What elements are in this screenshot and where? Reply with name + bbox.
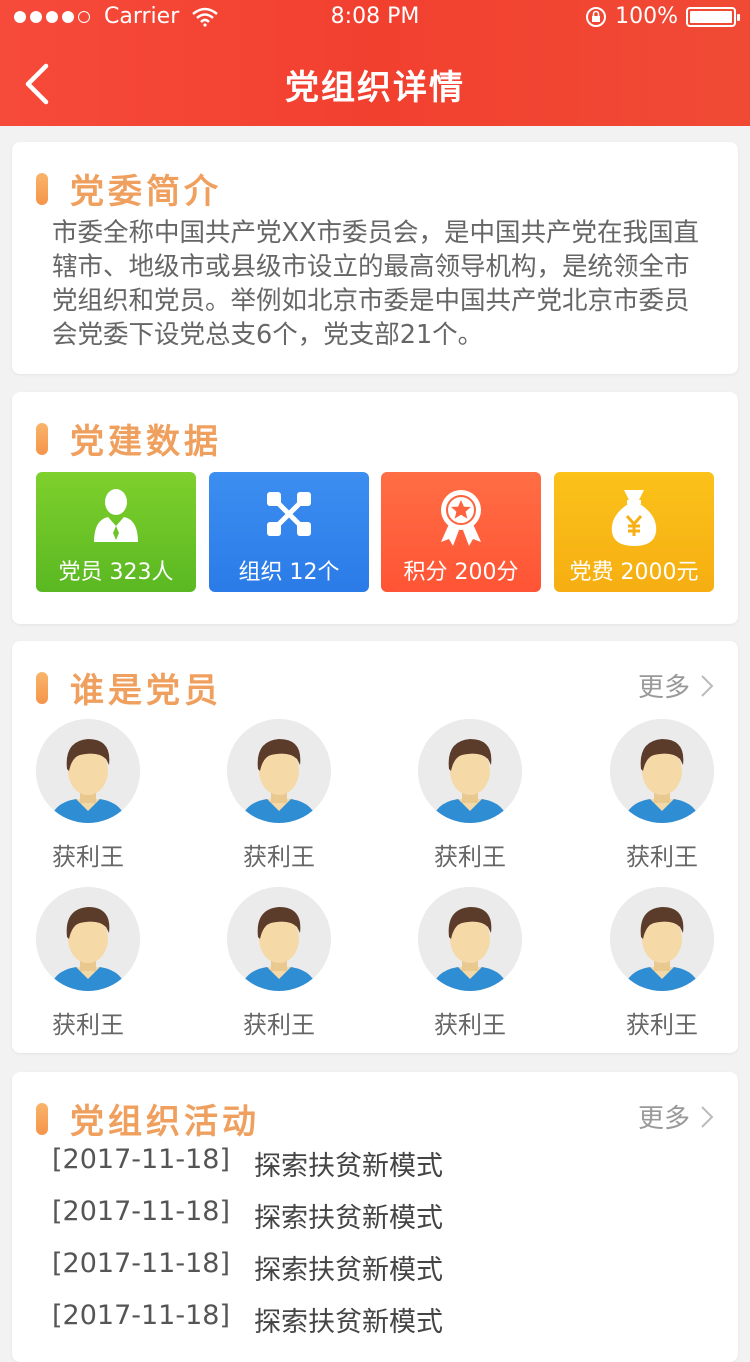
member-name: 获利王 bbox=[626, 1011, 698, 1039]
activity-item[interactable]: [2017-11-18] 探索扶贫新模式 bbox=[52, 1300, 443, 1339]
user-avatar-icon bbox=[610, 887, 714, 991]
member-item[interactable]: 获利王 bbox=[602, 887, 722, 1040]
member-name: 获利王 bbox=[52, 1011, 124, 1039]
money-bag-icon bbox=[611, 490, 657, 546]
member-name: 获利王 bbox=[52, 843, 124, 871]
activity-date: [2017-11-18] bbox=[52, 1196, 230, 1227]
status-bar: Carrier 8:08 PM 100% bbox=[0, 0, 750, 36]
stat-tile-label: 党员 323人 bbox=[58, 560, 174, 585]
user-avatar-icon bbox=[36, 719, 140, 823]
stat-tile-label: 积分 200分 bbox=[403, 560, 519, 585]
person-icon bbox=[94, 489, 138, 542]
intro-section-header: 党委简介 bbox=[36, 164, 222, 213]
stat-tile-points[interactable]: 积分 200分 bbox=[381, 472, 541, 592]
org-network-icon bbox=[267, 492, 311, 536]
member-item[interactable]: 获利王 bbox=[219, 719, 339, 872]
stats-tiles: 党员 323人 组织 12个 积分 200分 党费 2000元 bbox=[36, 472, 714, 592]
member-name: 获利王 bbox=[434, 843, 506, 871]
user-avatar-icon bbox=[418, 887, 522, 991]
member-item[interactable]: 获利王 bbox=[410, 887, 530, 1040]
avatar bbox=[610, 719, 714, 823]
member-name: 获利王 bbox=[243, 843, 315, 871]
rotation-lock-icon bbox=[586, 6, 607, 27]
activities-section-header: 党组织活动 bbox=[36, 1094, 260, 1143]
avatar bbox=[36, 887, 140, 991]
member-item[interactable]: 获利王 bbox=[28, 887, 148, 1040]
activity-title: 探索扶贫新模式 bbox=[254, 1151, 443, 1182]
section-accent-bar bbox=[36, 172, 48, 205]
activity-date: [2017-11-18] bbox=[52, 1300, 230, 1331]
intro-card: 党委简介 市委全称中国共产党XX市委员会，是中国共产党在我国直辖市、地级市或县级… bbox=[12, 142, 738, 374]
award-medal-icon bbox=[441, 490, 481, 546]
stat-tile-orgs[interactable]: 组织 12个 bbox=[209, 472, 369, 592]
activity-item[interactable]: [2017-11-18] 探索扶贫新模式 bbox=[52, 1144, 443, 1183]
intro-section-title: 党委简介 bbox=[70, 172, 222, 212]
section-accent-bar bbox=[36, 1102, 48, 1135]
intro-text: 市委全称中国共产党XX市委员会，是中国共产党在我国直辖市、地级市或县级市设立的最… bbox=[52, 218, 699, 350]
stats-card: 党建数据 党员 323人 组织 12个 积分 200分 党费 2000元 bbox=[12, 392, 738, 624]
page-title: 党组织详情 bbox=[285, 68, 465, 108]
battery-status: 100% bbox=[585, 4, 740, 29]
members-section-title: 谁是党员 bbox=[70, 671, 222, 711]
activity-title: 探索扶贫新模式 bbox=[254, 1203, 443, 1234]
member-item[interactable]: 获利王 bbox=[219, 887, 339, 1040]
activities-section-title: 党组织活动 bbox=[70, 1102, 260, 1142]
chevron-right-icon bbox=[701, 1105, 714, 1128]
section-accent-bar bbox=[36, 671, 48, 704]
members-more-link[interactable]: 更多 bbox=[638, 667, 714, 704]
member-name: 获利王 bbox=[434, 1011, 506, 1039]
more-label: 更多 bbox=[637, 1104, 690, 1134]
activities-card: 党组织活动 更多 [2017-11-18] 探索扶贫新模式 [2017-11-18]… bbox=[12, 1072, 738, 1362]
stats-section-title: 党建数据 bbox=[70, 422, 222, 462]
section-accent-bar bbox=[36, 422, 48, 455]
avatar bbox=[227, 719, 331, 823]
member-name: 获利王 bbox=[626, 843, 698, 871]
chevron-right-icon bbox=[701, 674, 714, 697]
activity-item[interactable]: [2017-11-18] 探索扶贫新模式 bbox=[52, 1248, 443, 1287]
stat-tile-label: 党费 2000元 bbox=[569, 560, 699, 585]
user-avatar-icon bbox=[36, 887, 140, 991]
avatar bbox=[418, 719, 522, 823]
more-label: 更多 bbox=[637, 673, 690, 703]
user-avatar-icon bbox=[418, 719, 522, 823]
activity-title: 探索扶贫新模式 bbox=[254, 1307, 443, 1338]
stat-tile-label: 组织 12个 bbox=[238, 560, 340, 585]
avatar bbox=[418, 887, 522, 991]
member-name: 获利王 bbox=[243, 1011, 315, 1039]
avatar bbox=[36, 719, 140, 823]
activities-more-link[interactable]: 更多 bbox=[638, 1098, 714, 1135]
activity-title: 探索扶贫新模式 bbox=[254, 1255, 443, 1286]
battery-percent: 100% bbox=[615, 4, 678, 29]
user-avatar-icon bbox=[227, 719, 331, 823]
stat-tile-fees[interactable]: 党费 2000元 bbox=[554, 472, 714, 592]
members-section-header: 谁是党员 bbox=[36, 663, 222, 712]
stat-tile-members[interactable]: 党员 323人 bbox=[36, 472, 196, 592]
avatar bbox=[610, 887, 714, 991]
activity-item[interactable]: [2017-11-18] 探索扶贫新模式 bbox=[52, 1196, 443, 1235]
app-header: Carrier 8:08 PM 100% 党组织详情 bbox=[0, 0, 750, 126]
member-item[interactable]: 获利王 bbox=[28, 719, 148, 872]
member-item[interactable]: 获利王 bbox=[602, 719, 722, 872]
stats-section-header: 党建数据 bbox=[36, 414, 222, 463]
avatar bbox=[227, 887, 331, 991]
activity-date: [2017-11-18] bbox=[52, 1144, 230, 1175]
member-item[interactable]: 获利王 bbox=[410, 719, 530, 872]
battery-icon bbox=[686, 6, 740, 27]
members-card: 谁是党员 更多 获利王 获利王 获利王 获利王 获利王 获利王 获利王 获利王 bbox=[12, 641, 738, 1053]
user-avatar-icon bbox=[227, 887, 331, 991]
user-avatar-icon bbox=[610, 719, 714, 823]
activity-date: [2017-11-18] bbox=[52, 1248, 230, 1279]
